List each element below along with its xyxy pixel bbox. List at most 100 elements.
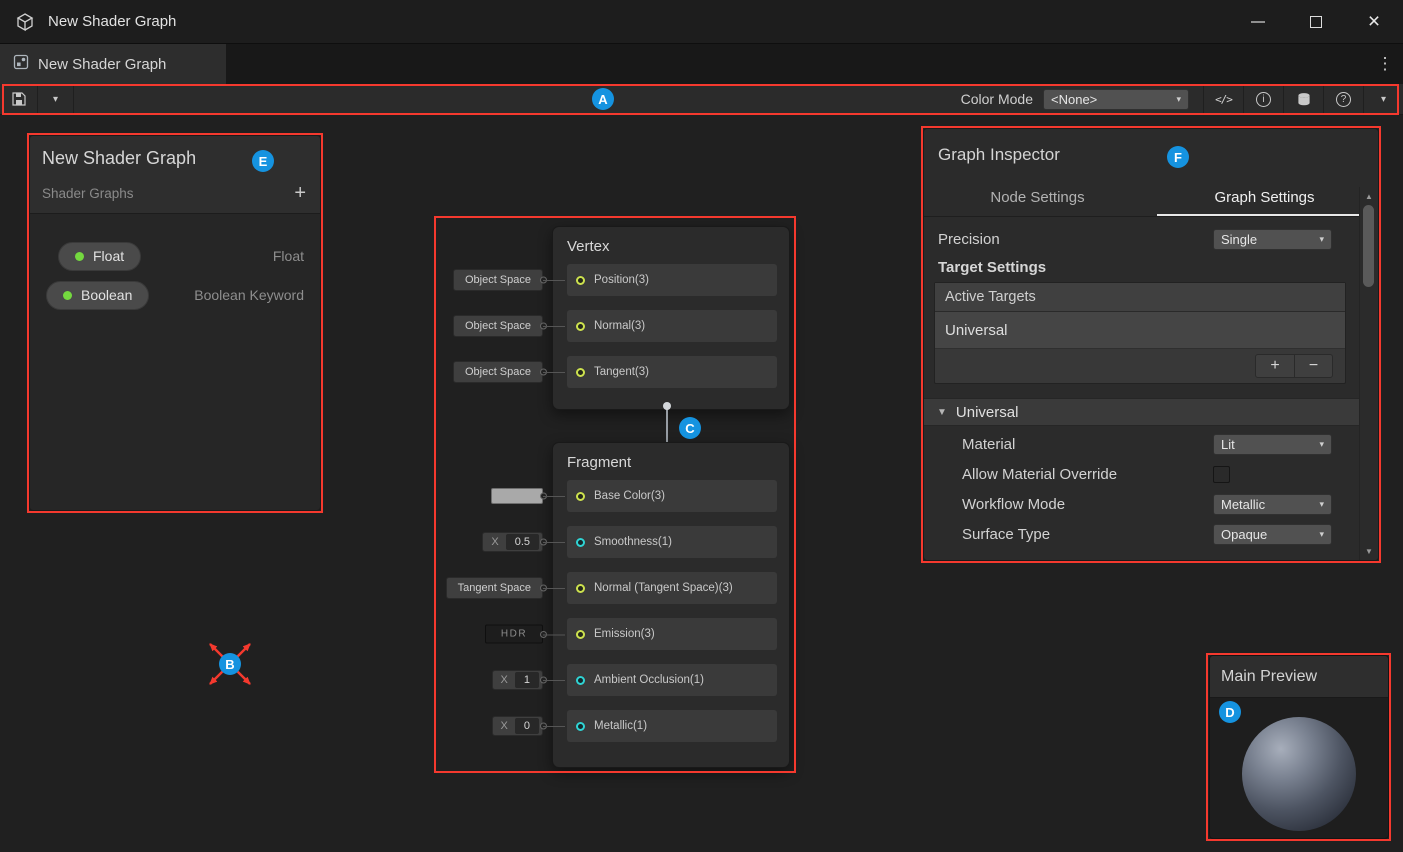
fragment-port-ambient-occlusion[interactable]: Ambient Occlusion(1) X1	[567, 664, 777, 696]
caret-down-icon: ▾	[53, 94, 58, 105]
maximize-button[interactable]	[1287, 0, 1345, 43]
active-targets-box: Active Targets Universal + −	[934, 282, 1346, 384]
add-property-button[interactable]: +	[294, 183, 306, 203]
vertex-port-tangent[interactable]: Tangent(3) Object Space	[567, 356, 777, 388]
universal-foldout[interactable]: ▼ Universal	[924, 398, 1378, 426]
hdr-color-field[interactable]: HDR	[485, 625, 543, 644]
property-row-float: Float Float	[46, 241, 304, 271]
precision-dropdown[interactable]: Single▾	[1213, 229, 1332, 250]
material-dropdown[interactable]: Lit▾	[1213, 434, 1332, 455]
space-dropdown[interactable]: Object Space	[453, 315, 543, 337]
fragment-port-smoothness[interactable]: Smoothness(1) X0.5	[567, 526, 777, 558]
workflow-mode-dropdown[interactable]: Metallic▾	[1213, 494, 1332, 515]
widget-port-dot-icon	[540, 369, 547, 376]
scroll-down-icon[interactable]: ▼	[1360, 544, 1378, 558]
minimize-icon	[1251, 21, 1265, 23]
exposed-dot-icon	[75, 252, 84, 261]
blackboard-title: New Shader Graph	[42, 148, 306, 169]
space-dropdown[interactable]: Object Space	[453, 269, 543, 291]
port-default-widget: Object Space	[453, 361, 543, 383]
save-options-dropdown[interactable]: ▾	[38, 84, 74, 114]
precision-row: Precision Single▾	[938, 227, 1332, 251]
vertex-port-position[interactable]: Position(3) Object Space	[567, 264, 777, 296]
code-view-button[interactable]: </>	[1203, 84, 1243, 114]
remove-target-button[interactable]: −	[1294, 355, 1332, 377]
fragment-port-emission[interactable]: Emission(3) HDR	[567, 618, 777, 650]
surface-type-dropdown[interactable]: Opaque▾	[1213, 524, 1332, 545]
port-icon[interactable]	[576, 630, 585, 639]
port-icon[interactable]	[576, 584, 585, 593]
toolbar-overflow-dropdown[interactable]: ▾	[1363, 84, 1403, 114]
vertex-node[interactable]: Vertex Position(3) Object Space Normal(3…	[552, 226, 790, 410]
minimize-button[interactable]	[1229, 0, 1287, 43]
window-title: New Shader Graph	[48, 13, 176, 30]
widget-port-dot-icon	[540, 585, 547, 592]
blackboard-header: New Shader Graph Shader Graphs +	[30, 136, 320, 214]
blackboard-panel: New Shader Graph Shader Graphs + Float F…	[29, 135, 321, 511]
color-mode-dropdown[interactable]: <None> ▾	[1043, 89, 1189, 110]
float-field[interactable]: X0.5	[482, 532, 543, 552]
port-icon[interactable]	[576, 492, 585, 501]
allow-material-override-row: Allow Material Override	[938, 462, 1332, 486]
node-title: Vertex	[553, 227, 789, 264]
annotation-badge-c: C	[679, 417, 701, 439]
float-field[interactable]: X1	[492, 670, 543, 690]
allow-material-override-checkbox[interactable]	[1213, 466, 1230, 483]
tab-graph-settings[interactable]: Graph Settings	[1151, 179, 1378, 216]
fragment-port-metallic[interactable]: Metallic(1) X0	[567, 710, 777, 742]
shader-graph-asset-icon	[13, 54, 29, 74]
toolbar-right-group: Color Mode <None> ▾ </> i ? ▾	[961, 84, 1403, 114]
scroll-up-icon[interactable]: ▲	[1360, 189, 1378, 203]
color-swatch[interactable]	[491, 488, 543, 504]
property-row-boolean: Boolean Boolean Keyword	[46, 280, 304, 310]
port-icon[interactable]	[576, 322, 585, 331]
space-dropdown[interactable]: Object Space	[453, 361, 543, 383]
caret-down-icon: ▾	[1381, 94, 1386, 105]
targets-footer: + −	[935, 349, 1345, 383]
port-default-widget: X0.5	[482, 532, 543, 552]
close-button[interactable]: ×	[1345, 0, 1403, 43]
caret-down-icon: ▾	[1166, 94, 1181, 105]
kebab-menu-icon[interactable]: ⋮	[1367, 44, 1403, 84]
scrollbar-thumb[interactable]	[1363, 205, 1374, 287]
blackboard-toggle-button[interactable]	[1283, 84, 1323, 114]
blackboard-body: Float Float Boolean Boolean Keyword	[30, 214, 320, 310]
vertex-fragment-edge[interactable]	[666, 406, 668, 446]
tab-node-settings[interactable]: Node Settings	[924, 179, 1151, 216]
space-dropdown[interactable]: Tangent Space	[446, 577, 543, 599]
help-button[interactable]: ?	[1323, 84, 1363, 114]
fragment-port-normal[interactable]: Normal (Tangent Space)(3) Tangent Space	[567, 572, 777, 604]
pan-arrows-annotation	[196, 630, 264, 703]
target-list-item-universal[interactable]: Universal	[935, 312, 1345, 349]
graph-inspector-panel: Graph Inspector Node Settings Graph Sett…	[923, 128, 1379, 561]
widget-port-dot-icon	[540, 631, 547, 638]
tab-label: New Shader Graph	[38, 56, 166, 73]
port-icon[interactable]	[576, 722, 585, 731]
port-icon[interactable]	[576, 538, 585, 547]
graph-inspector-toggle-button[interactable]: i	[1243, 84, 1283, 114]
annotation-badge-b: B	[219, 653, 241, 675]
preview-sphere[interactable]	[1242, 717, 1356, 831]
port-icon[interactable]	[576, 368, 585, 377]
add-target-button[interactable]: +	[1256, 355, 1294, 377]
property-type: Boolean Keyword	[194, 287, 304, 303]
vertex-port-normal[interactable]: Normal(3) Object Space	[567, 310, 777, 342]
inspector-scrollbar[interactable]: ▲ ▼	[1359, 187, 1378, 560]
fragment-node[interactable]: Fragment Base Color(3) Smoothness(1) X0.…	[552, 442, 790, 768]
port-default-widget	[491, 488, 543, 504]
widget-port-dot-icon	[540, 493, 547, 500]
caret-down-icon: ▾	[1309, 499, 1324, 510]
port-icon[interactable]	[576, 276, 585, 285]
port-icon[interactable]	[576, 676, 585, 685]
code-icon: </>	[1215, 93, 1232, 106]
surface-type-row: Surface Type Opaque▾	[938, 522, 1332, 546]
property-pill-float[interactable]: Float	[58, 242, 141, 271]
save-asset-button[interactable]	[0, 84, 38, 114]
blackboard-subtitle: Shader Graphs	[42, 186, 134, 201]
property-pill-boolean[interactable]: Boolean	[46, 281, 149, 310]
tab-new-shader-graph[interactable]: New Shader Graph	[0, 44, 226, 84]
graph-toolbar: ▾ Color Mode <None> ▾ </> i ? ▾	[0, 84, 1403, 115]
widget-port-dot-icon	[540, 677, 547, 684]
fragment-port-base-color[interactable]: Base Color(3)	[567, 480, 777, 512]
float-field[interactable]: X0	[492, 716, 543, 736]
